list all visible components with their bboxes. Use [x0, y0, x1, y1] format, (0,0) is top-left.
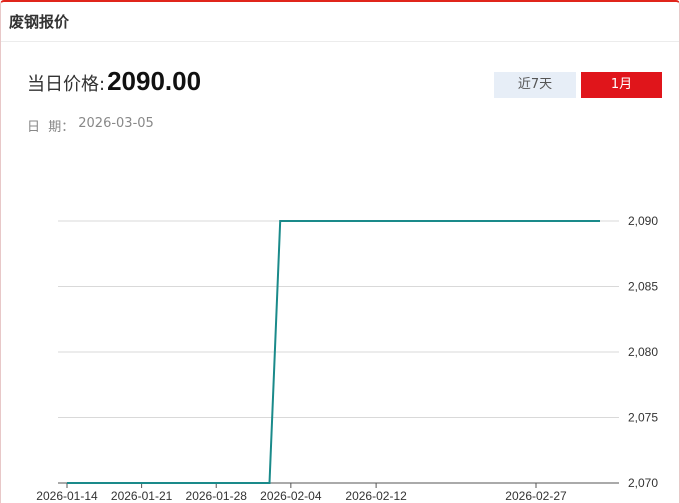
x-tick-label: 2026-02-27 [505, 489, 567, 503]
y-tick-label: 2,070 [628, 476, 658, 490]
x-tick-label: 2026-01-28 [186, 489, 248, 503]
date-value: 2026-03-05 [78, 116, 154, 131]
panel-title: 废钢报价 [9, 13, 70, 31]
range-7-days-button[interactable]: 近7天 [494, 72, 576, 98]
y-tick-label: 2,075 [628, 411, 658, 425]
x-tick-label: 2026-01-14 [36, 489, 98, 503]
price-row: 当日价格: 2090.00 [27, 66, 201, 100]
price-value: 2090.00 [107, 66, 202, 96]
panel-header: 废钢报价 [1, 2, 679, 42]
date-label: 日 期： [27, 120, 75, 135]
date-row: 日 期： 2026-03-05 [27, 116, 154, 135]
range-1-month-button[interactable]: 1月 [581, 72, 662, 98]
y-tick-label: 2,080 [628, 345, 658, 359]
price-label: 当日价格: [27, 74, 106, 95]
y-tick-label: 2,085 [628, 280, 658, 294]
x-tick-label: 2026-01-21 [111, 489, 173, 503]
x-tick-label: 2026-02-12 [345, 489, 407, 503]
x-tick-label: 2026-02-04 [260, 489, 322, 503]
y-tick-label: 2,090 [628, 214, 658, 228]
price-line-chart: 2,090 2,085 2,080 2,075 2,070 2026-01-14 2026-… [36, 214, 658, 503]
price-panel: 废钢报价 当日价格: 2090.00 日 期： 2026-03-05 近7天 1… [0, 0, 680, 503]
